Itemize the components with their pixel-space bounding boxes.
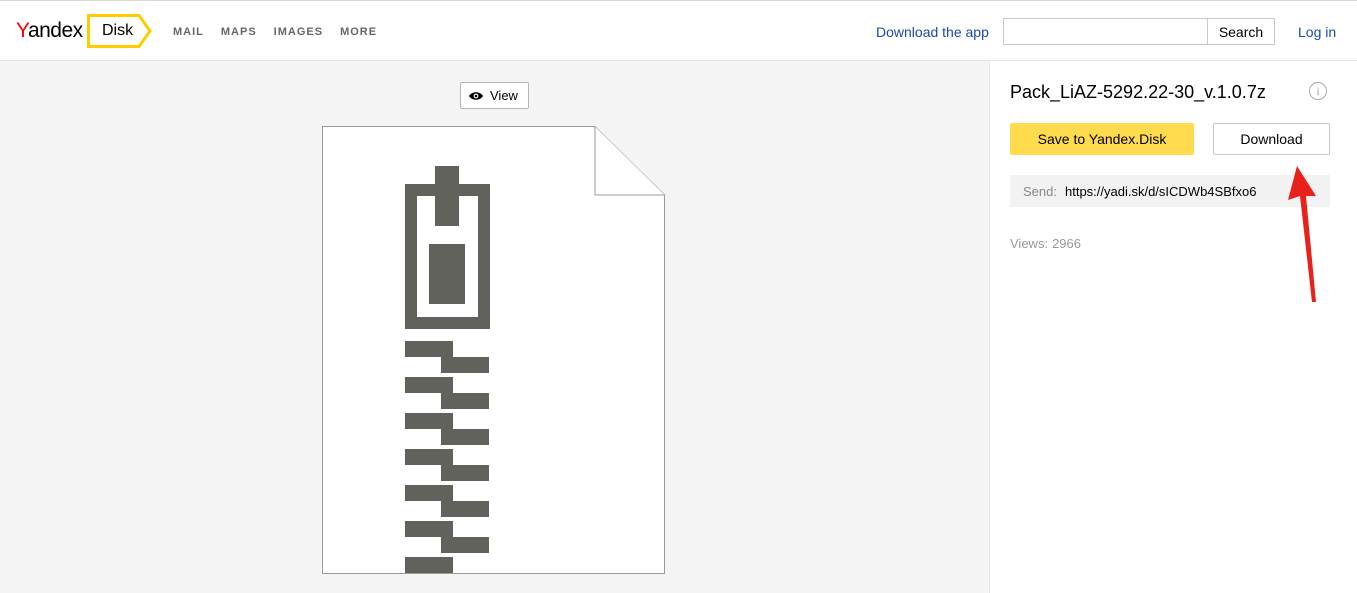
yandex-logo[interactable]: Yandex (16, 19, 83, 43)
top-nav: MAIL MAPS IMAGES MORE (173, 26, 394, 38)
view-button[interactable]: View (460, 82, 529, 109)
info-icon[interactable]: i (1309, 82, 1327, 100)
zip-archive-icon (322, 126, 665, 574)
nav-item-more[interactable]: MORE (340, 26, 377, 38)
service-tag-disk[interactable]: Disk (87, 14, 153, 48)
view-button-label: View (490, 88, 518, 103)
header: Yandex Disk MAIL MAPS IMAGES MORE Downlo… (0, 0, 1357, 61)
nav-item-mail[interactable]: MAIL (173, 26, 204, 38)
file-name: Pack_LiAZ-5292.22-30_v.1.0.7z (1010, 82, 1266, 102)
annotation-arrow-icon (1288, 166, 1316, 302)
share-label: Send: (1023, 183, 1057, 199)
views-count: 2966 (1052, 236, 1081, 251)
nav-item-images[interactable]: IMAGES (274, 26, 323, 38)
nav-item-maps[interactable]: MAPS (221, 26, 257, 38)
share-url[interactable]: https://yadi.sk/d/sICDWb4SBfxo6 (1065, 184, 1256, 199)
views-counter: Views: 2966 (1010, 236, 1081, 251)
eye-icon (469, 91, 483, 100)
save-to-disk-button[interactable]: Save to Yandex.Disk (1010, 123, 1194, 155)
service-tag-label: Disk (102, 22, 134, 39)
search-button[interactable]: Search (1207, 18, 1275, 45)
views-label: Views: (1010, 236, 1049, 251)
download-button[interactable]: Download (1213, 123, 1330, 155)
search-input[interactable] (1003, 18, 1208, 45)
file-preview-area: View (0, 61, 989, 593)
login-link[interactable]: Log in (1298, 24, 1336, 40)
file-sidebar: Pack_LiAZ-5292.22-30_v.1.0.7z i Save to … (989, 61, 1357, 593)
download-app-link[interactable]: Download the app (876, 24, 989, 40)
